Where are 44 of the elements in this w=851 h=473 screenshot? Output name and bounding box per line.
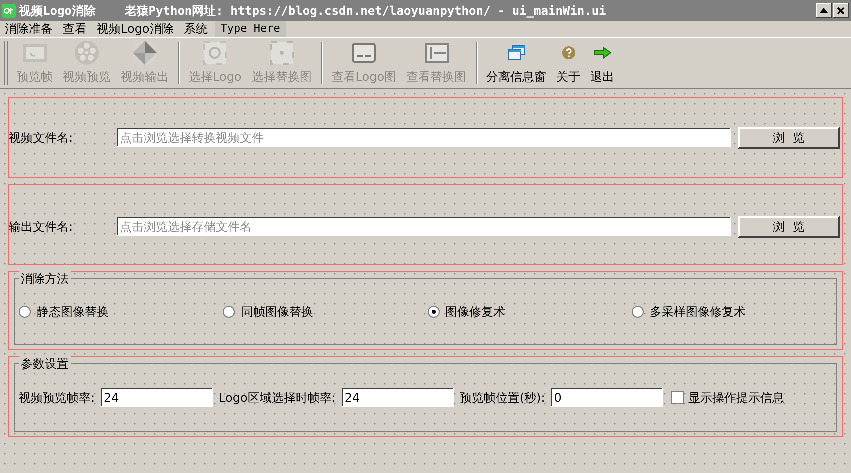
field-label: 输出文件名: (9, 218, 74, 236)
radio-option[interactable]: 多采样图像修复术 (632, 302, 836, 320)
screen-icon (352, 43, 376, 63)
number-field[interactable]: 0 (551, 388, 664, 407)
menu-placeholder[interactable]: Type Here (214, 21, 286, 37)
number-field[interactable]: 24 (342, 388, 454, 407)
field-label: 视频文件名: (9, 130, 74, 146)
help-icon (562, 46, 576, 60)
qt-logo-icon (2, 4, 16, 18)
field-label: Logo区域选择时帧率: (219, 390, 336, 406)
toolbar-button[interactable]: 分离信息窗 (482, 38, 552, 88)
close-button[interactable] (833, 3, 849, 18)
windows-icon (508, 45, 526, 61)
film-reel-icon (74, 40, 100, 66)
file-name-field[interactable]: 点击浏览选择转换视频文件 (117, 128, 731, 147)
window-title: 视频Logo消除 老猿Python网址: https://blog.csdn.net/laoyuanpython/ - ui_mainWin.ui (19, 2, 606, 20)
menu-item[interactable]: 查看 (60, 20, 90, 38)
toolbar-button[interactable]: 关于 (552, 38, 586, 88)
menu-item[interactable]: 系统 (180, 20, 211, 38)
radio-option[interactable]: 静态图像替换 (19, 302, 224, 320)
right-arrow-icon (594, 47, 612, 59)
picture-frame-icon (22, 42, 48, 64)
toolbar-button[interactable]: 退出 (586, 38, 620, 88)
aperture-icon (132, 40, 158, 66)
toolbar-handle[interactable] (4, 41, 8, 85)
maximize-button[interactable] (816, 3, 832, 18)
radio-option[interactable]: 同帧图像替换 (223, 302, 428, 320)
radio-option[interactable]: 图像修复术 (428, 302, 632, 320)
menu-item[interactable]: 视频Logo消除 (94, 20, 177, 38)
target-frame-icon (203, 41, 228, 65)
number-field[interactable]: 24 (101, 388, 214, 407)
field-label: 预览帧位置(秒): (460, 390, 546, 406)
checkbox-option[interactable]: 显示操作提示信息 (671, 388, 784, 406)
close-icon (837, 6, 845, 14)
field-label: 视频预览帧率: (19, 390, 96, 406)
group-title: 参数设置 (19, 355, 71, 373)
triangle-up-icon (820, 8, 828, 13)
file-name-field[interactable]: 点击浏览选择存储文件名 (117, 217, 731, 236)
menu-item[interactable]: 消除准备 (2, 20, 56, 38)
browse-button[interactable]: 浏 览 (738, 126, 840, 148)
browse-button[interactable]: 浏 览 (738, 216, 840, 238)
focus-frame-icon (270, 41, 294, 65)
group-title: 消除方法 (19, 270, 71, 288)
layout-icon (424, 43, 449, 63)
